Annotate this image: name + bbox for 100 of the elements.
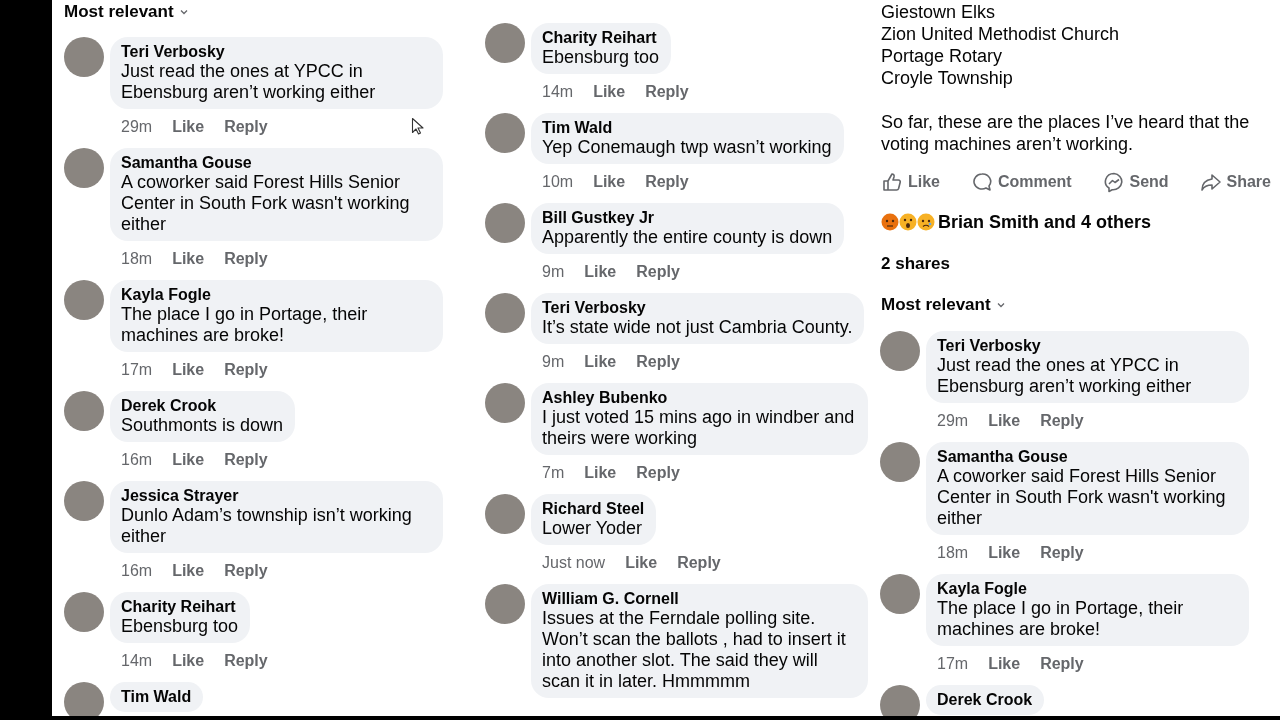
avatar[interactable] bbox=[485, 293, 525, 333]
reply-link[interactable]: Reply bbox=[224, 358, 268, 382]
commenter-name[interactable]: Kayla Fogle bbox=[937, 580, 1237, 598]
avatar[interactable] bbox=[880, 331, 920, 371]
sad-face-icon bbox=[917, 213, 935, 231]
messenger-icon bbox=[1102, 171, 1125, 193]
avatar[interactable] bbox=[485, 584, 525, 624]
reply-link[interactable]: Reply bbox=[1040, 652, 1084, 676]
comment-time: 14m bbox=[542, 82, 574, 102]
like-link[interactable]: Like bbox=[584, 461, 617, 485]
reply-link[interactable]: Reply bbox=[224, 448, 268, 472]
like-link[interactable]: Like bbox=[172, 649, 205, 673]
like-link[interactable]: Like bbox=[625, 551, 658, 575]
commenter-name[interactable]: Charity Reihart bbox=[121, 598, 239, 616]
reply-link[interactable]: Reply bbox=[636, 461, 680, 485]
avatar[interactable] bbox=[485, 494, 525, 534]
comment-time: 17m bbox=[937, 654, 969, 674]
commenter-name[interactable]: Charity Reihart bbox=[542, 29, 660, 47]
commenter-name[interactable]: Tim Wald bbox=[542, 119, 832, 137]
reply-link[interactable]: Reply bbox=[1040, 409, 1084, 433]
avatar[interactable] bbox=[64, 37, 104, 77]
reply-link[interactable]: Reply bbox=[1040, 541, 1084, 565]
sort-dropdown[interactable]: Most relevant bbox=[64, 0, 188, 24]
reactions-summary[interactable]: Brian Smith and 4 others bbox=[938, 211, 1152, 233]
avatar[interactable] bbox=[880, 442, 920, 482]
like-link[interactable]: Like bbox=[988, 409, 1021, 433]
commenter-name[interactable]: Bill Gustkey Jr bbox=[542, 209, 833, 227]
like-link[interactable]: Like bbox=[988, 541, 1021, 565]
comment-button[interactable]: Comment bbox=[970, 171, 1072, 193]
avatar[interactable] bbox=[485, 113, 525, 153]
like-button[interactable]: Like bbox=[881, 171, 940, 193]
avatar[interactable] bbox=[64, 280, 104, 320]
avatar[interactable] bbox=[485, 203, 525, 243]
comment-time: 16m bbox=[121, 561, 153, 581]
avatar[interactable] bbox=[64, 481, 104, 521]
commenter-name[interactable]: Tim Wald bbox=[121, 688, 192, 706]
comment-text: Dunlo Adam’s township isn’t working either bbox=[121, 505, 413, 547]
like-link[interactable]: Like bbox=[593, 170, 626, 194]
like-link[interactable]: Like bbox=[584, 350, 617, 374]
like-link[interactable]: Like bbox=[172, 115, 205, 139]
reply-link[interactable]: Reply bbox=[224, 559, 268, 583]
commenter-name[interactable]: Richard Steel bbox=[542, 500, 645, 518]
commenter-name[interactable]: Samantha Gouse bbox=[937, 448, 1237, 466]
avatar[interactable] bbox=[64, 682, 104, 716]
caret-icon bbox=[996, 302, 1005, 308]
commenter-name[interactable]: Ashley Bubenko bbox=[542, 389, 856, 407]
like-link[interactable]: Like bbox=[172, 358, 205, 382]
shares-count[interactable]: 2 shares bbox=[881, 252, 950, 276]
share-arrow-icon bbox=[1199, 171, 1222, 193]
reply-link[interactable]: Reply bbox=[645, 80, 689, 104]
comment-text: The place I go in Portage, their machines are broke! bbox=[121, 304, 369, 346]
sort-dropdown[interactable]: Most relevant bbox=[881, 293, 1005, 317]
post-text-line: Zion United Methodist Church bbox=[881, 23, 1120, 45]
commenter-name[interactable]: Derek Crook bbox=[937, 691, 1033, 709]
commenter-name[interactable]: Samantha Gouse bbox=[121, 154, 431, 172]
like-link[interactable]: Like bbox=[593, 80, 626, 104]
comment-text: I just voted 15 mins ago in windber and theirs were working bbox=[542, 407, 856, 449]
avatar[interactable] bbox=[485, 383, 525, 423]
avatar[interactable] bbox=[485, 23, 525, 63]
post-text: So far, these are the places I’ve heard that the voting machines aren’t working. bbox=[881, 111, 1251, 155]
commenter-name[interactable]: Jessica Strayer bbox=[121, 487, 431, 505]
reply-link[interactable]: Reply bbox=[224, 115, 268, 139]
comment-text: Yep Conemaugh twp wasn’t working bbox=[542, 137, 832, 158]
like-link[interactable]: Like bbox=[172, 559, 205, 583]
reply-link[interactable]: Reply bbox=[677, 551, 721, 575]
comment-time: 9m bbox=[542, 262, 565, 282]
wow-face-icon bbox=[899, 213, 917, 231]
mouse-pointer-icon bbox=[411, 117, 425, 135]
reply-link[interactable]: Reply bbox=[224, 649, 268, 673]
comment-time: 7m bbox=[542, 463, 565, 483]
comment-text: Ebensburg too bbox=[542, 47, 660, 68]
commenter-name[interactable]: Kayla Fogle bbox=[121, 286, 431, 304]
comment-text: It’s state wide not just Cambria County. bbox=[542, 317, 853, 338]
commenter-name[interactable]: Teri Verbosky bbox=[937, 337, 1237, 355]
comment-text: The place I go in Portage, their machines are broke! bbox=[937, 598, 1185, 640]
commenter-name[interactable]: William G. Cornell bbox=[542, 590, 856, 608]
thumbs-up-icon bbox=[881, 171, 903, 193]
comment-time: 10m bbox=[542, 172, 574, 192]
reply-link[interactable]: Reply bbox=[645, 170, 689, 194]
like-link[interactable]: Like bbox=[988, 652, 1021, 676]
reply-link[interactable]: Reply bbox=[636, 260, 680, 284]
like-link[interactable]: Like bbox=[172, 448, 205, 472]
avatar[interactable] bbox=[64, 592, 104, 632]
post-text-line: Portage Rotary bbox=[881, 45, 1003, 67]
commenter-name[interactable]: Teri Verbosky bbox=[542, 299, 853, 317]
commenter-name[interactable]: Teri Verbosky bbox=[121, 43, 431, 61]
commenter-name[interactable]: Derek Crook bbox=[121, 397, 284, 415]
like-link[interactable]: Like bbox=[584, 260, 617, 284]
comment-time: 29m bbox=[937, 411, 969, 431]
reply-link[interactable]: Reply bbox=[636, 350, 680, 374]
avatar[interactable] bbox=[64, 391, 104, 431]
comment-text: Just read the ones at YPCC in Ebensburg aren’t working either bbox=[937, 355, 1193, 397]
like-link[interactable]: Like bbox=[172, 247, 205, 271]
comment-text: Just read the ones at YPCC in Ebensburg aren’t working either bbox=[121, 61, 377, 103]
send-button[interactable]: Send bbox=[1102, 171, 1169, 193]
avatar[interactable] bbox=[880, 574, 920, 614]
share-button[interactable]: Share bbox=[1199, 171, 1271, 193]
avatar[interactable] bbox=[880, 685, 920, 716]
reply-link[interactable]: Reply bbox=[224, 247, 268, 271]
avatar[interactable] bbox=[64, 148, 104, 188]
